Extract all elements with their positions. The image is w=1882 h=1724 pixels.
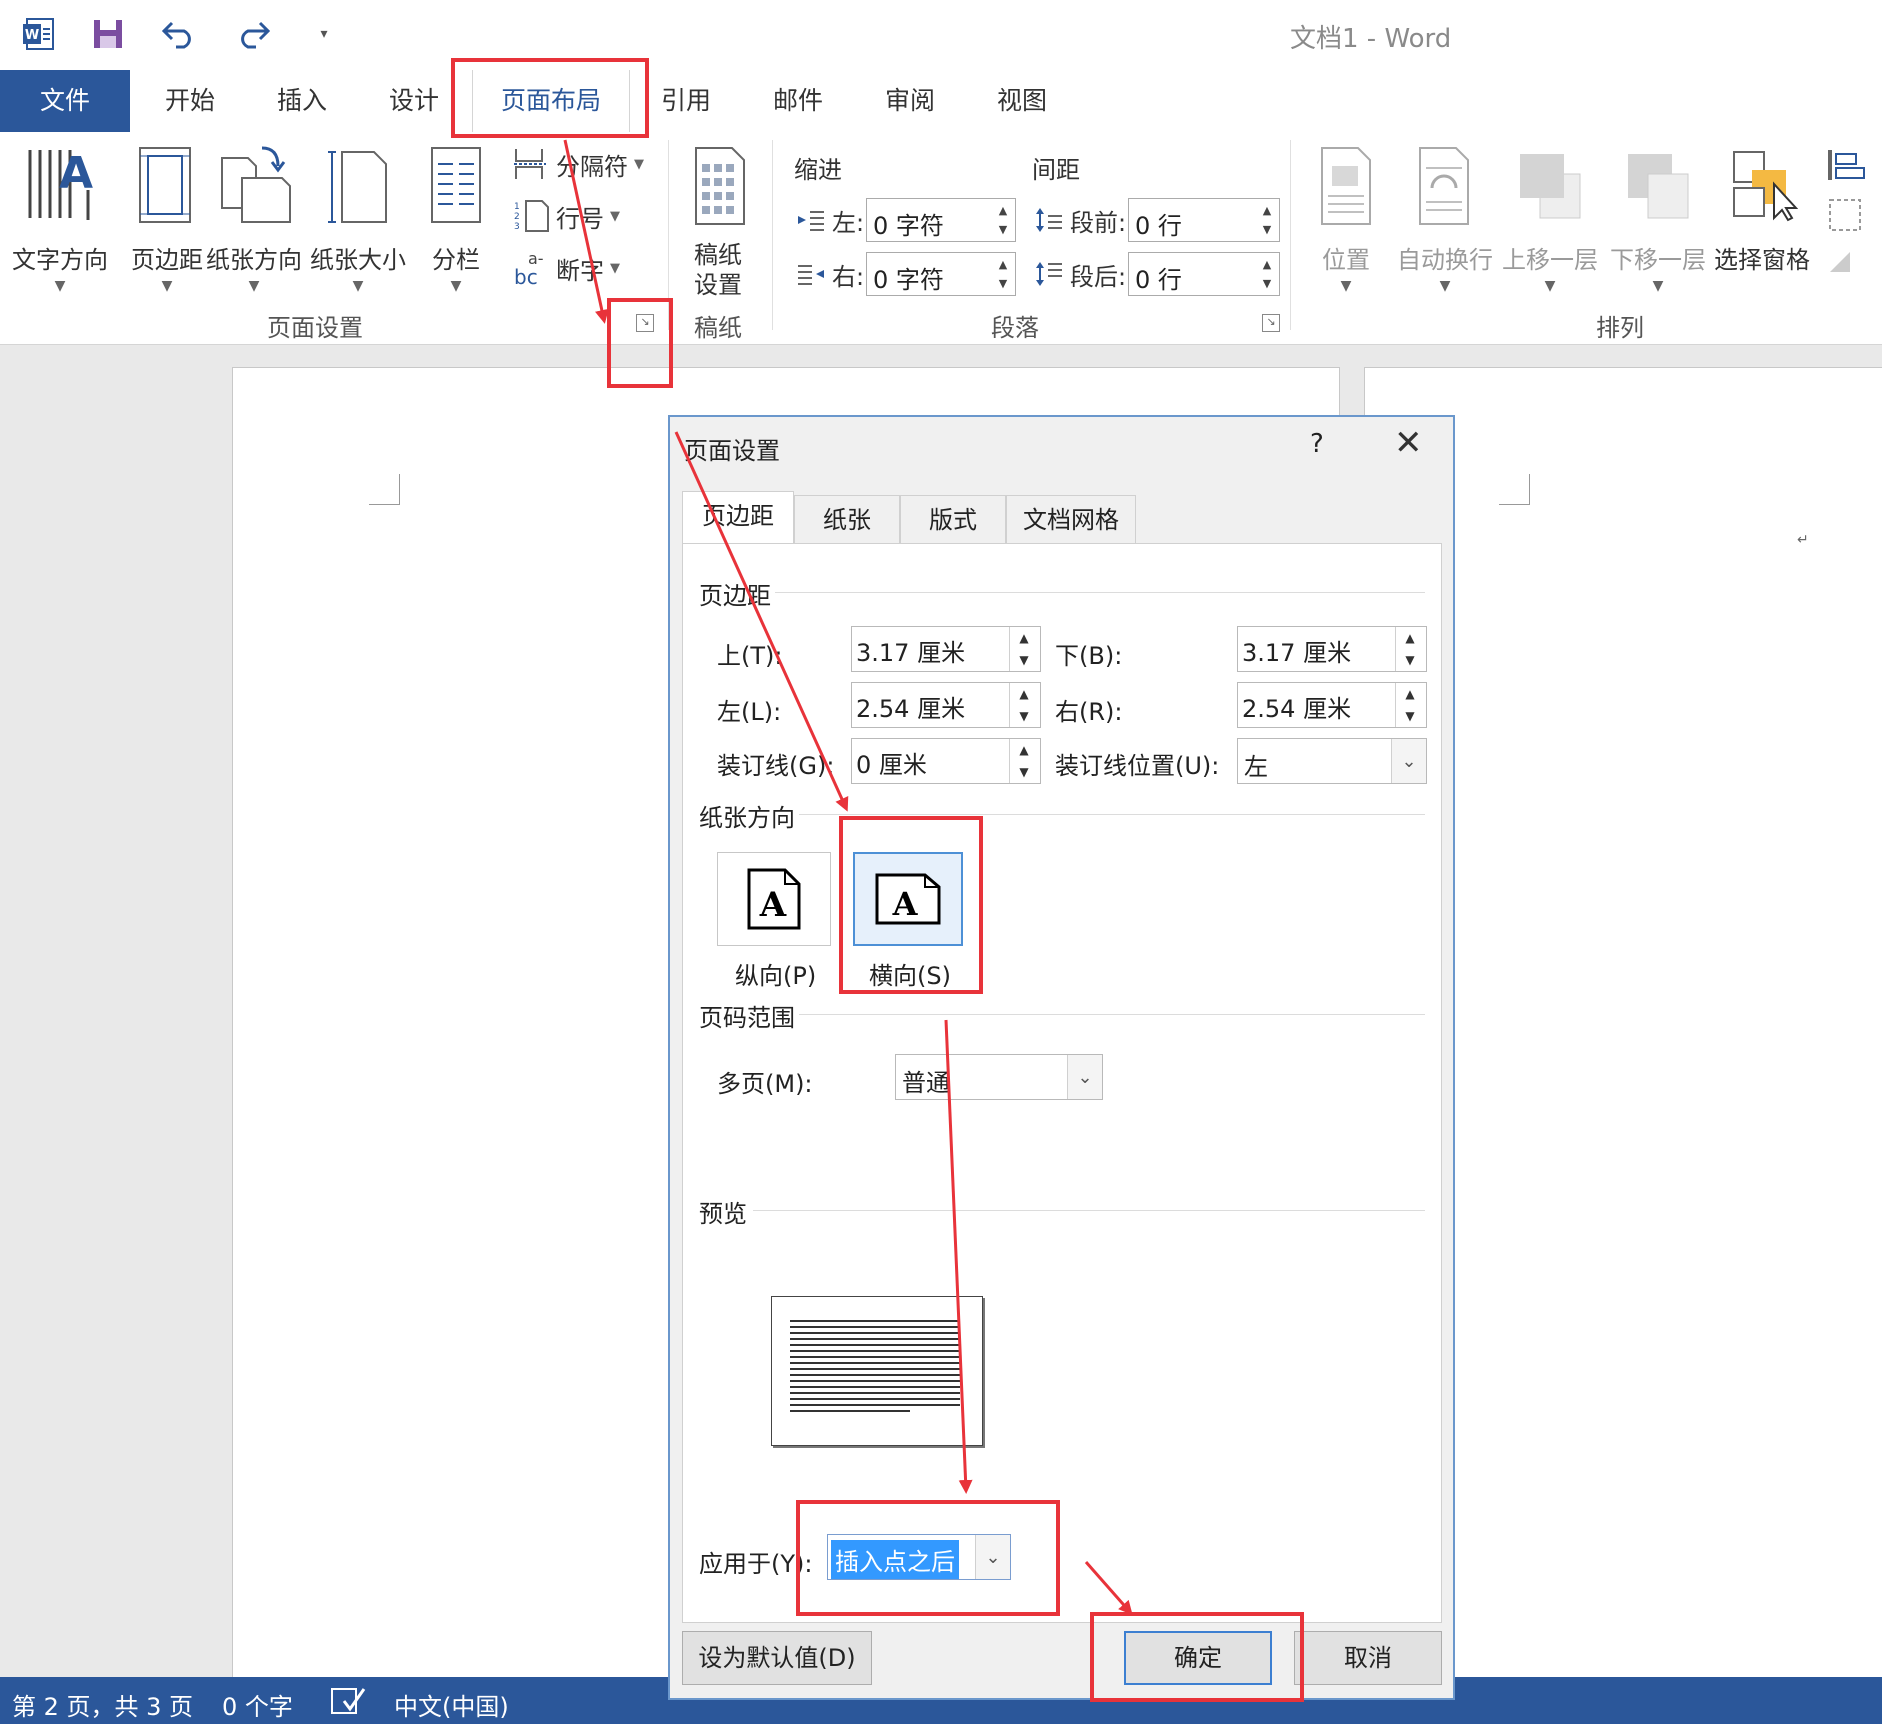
annotation-arrows: [563, 139, 1133, 1616]
